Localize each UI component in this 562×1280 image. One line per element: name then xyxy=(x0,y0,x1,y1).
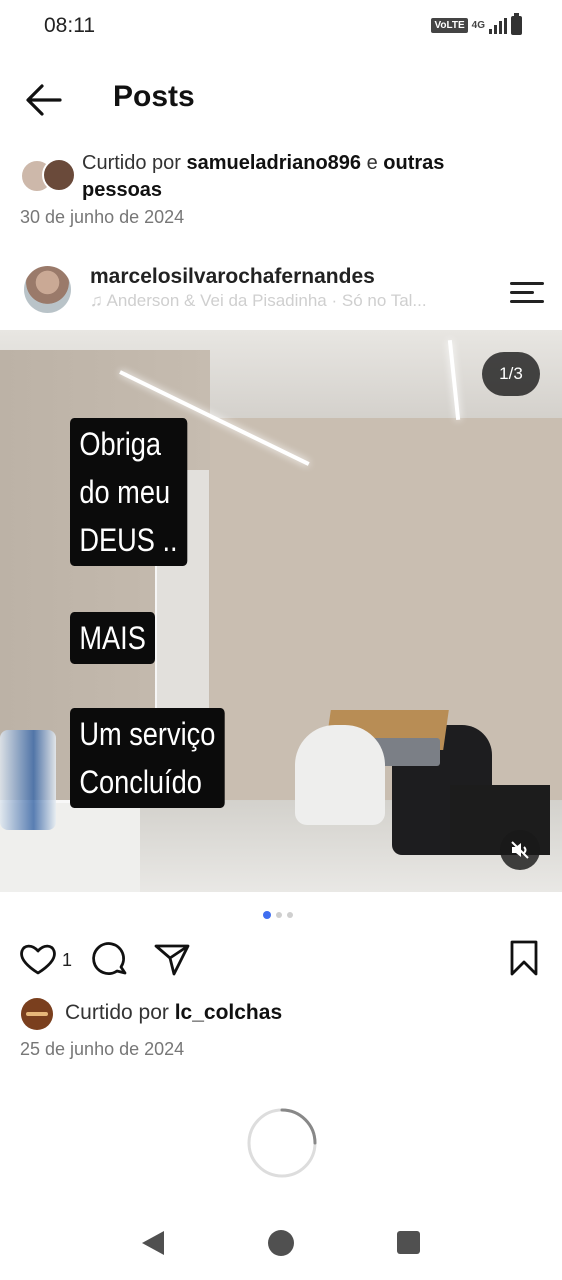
image-counter: 1/3 xyxy=(482,352,540,396)
status-icons: VoLTE 4G xyxy=(431,13,522,35)
bookmark-icon xyxy=(510,940,538,976)
send-icon xyxy=(154,944,190,976)
avatar[interactable] xyxy=(24,266,71,313)
menu-button[interactable] xyxy=(510,280,544,304)
arrow-left-icon xyxy=(26,84,62,116)
nav-back-button[interactable] xyxy=(140,1229,166,1257)
carousel-indicator xyxy=(263,911,293,919)
liked-by-user[interactable]: lc_colchas xyxy=(175,1001,282,1024)
post-date: 30 de junho de 2024 xyxy=(20,207,185,227)
liked-by-text[interactable]: Curtido por samueladriano896 e outras pe… xyxy=(82,150,522,204)
signal-icon xyxy=(489,17,507,34)
carousel-dot xyxy=(276,912,282,918)
share-button[interactable] xyxy=(152,940,192,980)
triangle-back-icon xyxy=(142,1231,164,1255)
network-type-icon: 4G xyxy=(471,20,485,31)
volume-muted-icon xyxy=(511,841,529,859)
nav-recents-button[interactable] xyxy=(397,1231,420,1254)
post-date: 25 de junho de 2024 xyxy=(20,1039,185,1059)
carousel-dot-active xyxy=(263,911,271,919)
like-button[interactable] xyxy=(18,940,58,978)
music-label[interactable]: ♫ Anderson & Vei da Pisadinha · Só no Ta… xyxy=(90,291,480,311)
comment-bubble-icon xyxy=(92,942,127,975)
avatar xyxy=(42,158,76,192)
post-username[interactable]: marcelosilvarochafernandes xyxy=(90,265,375,289)
avatar[interactable] xyxy=(21,998,53,1030)
status-time: 08:11 xyxy=(44,14,95,37)
heart-icon xyxy=(20,944,56,975)
page-title: Posts xyxy=(113,80,195,113)
liked-by-text[interactable]: Curtido por lc_colchas xyxy=(65,1001,282,1025)
nav-home-button[interactable] xyxy=(268,1230,294,1256)
overlay-text: Um serviço Concluído xyxy=(70,708,225,808)
post-image[interactable]: Obriga do meu DEUS .. MAIS Um serviço Co… xyxy=(0,330,562,892)
save-button[interactable] xyxy=(506,938,542,978)
liked-by-avatars[interactable] xyxy=(20,158,76,193)
mute-button[interactable] xyxy=(500,830,540,870)
liked-by-user[interactable]: samueladriano896 xyxy=(187,152,362,174)
back-button[interactable] xyxy=(20,80,68,120)
battery-icon xyxy=(511,13,522,35)
overlay-text: MAIS xyxy=(70,612,156,664)
loading-spinner-icon xyxy=(246,1107,318,1179)
overlay-text: Obriga do meu DEUS .. xyxy=(70,418,187,566)
carousel-dot xyxy=(287,912,293,918)
volte-icon: VoLTE xyxy=(431,18,468,33)
comment-button[interactable] xyxy=(90,940,130,980)
like-count[interactable]: 1 xyxy=(62,950,72,971)
